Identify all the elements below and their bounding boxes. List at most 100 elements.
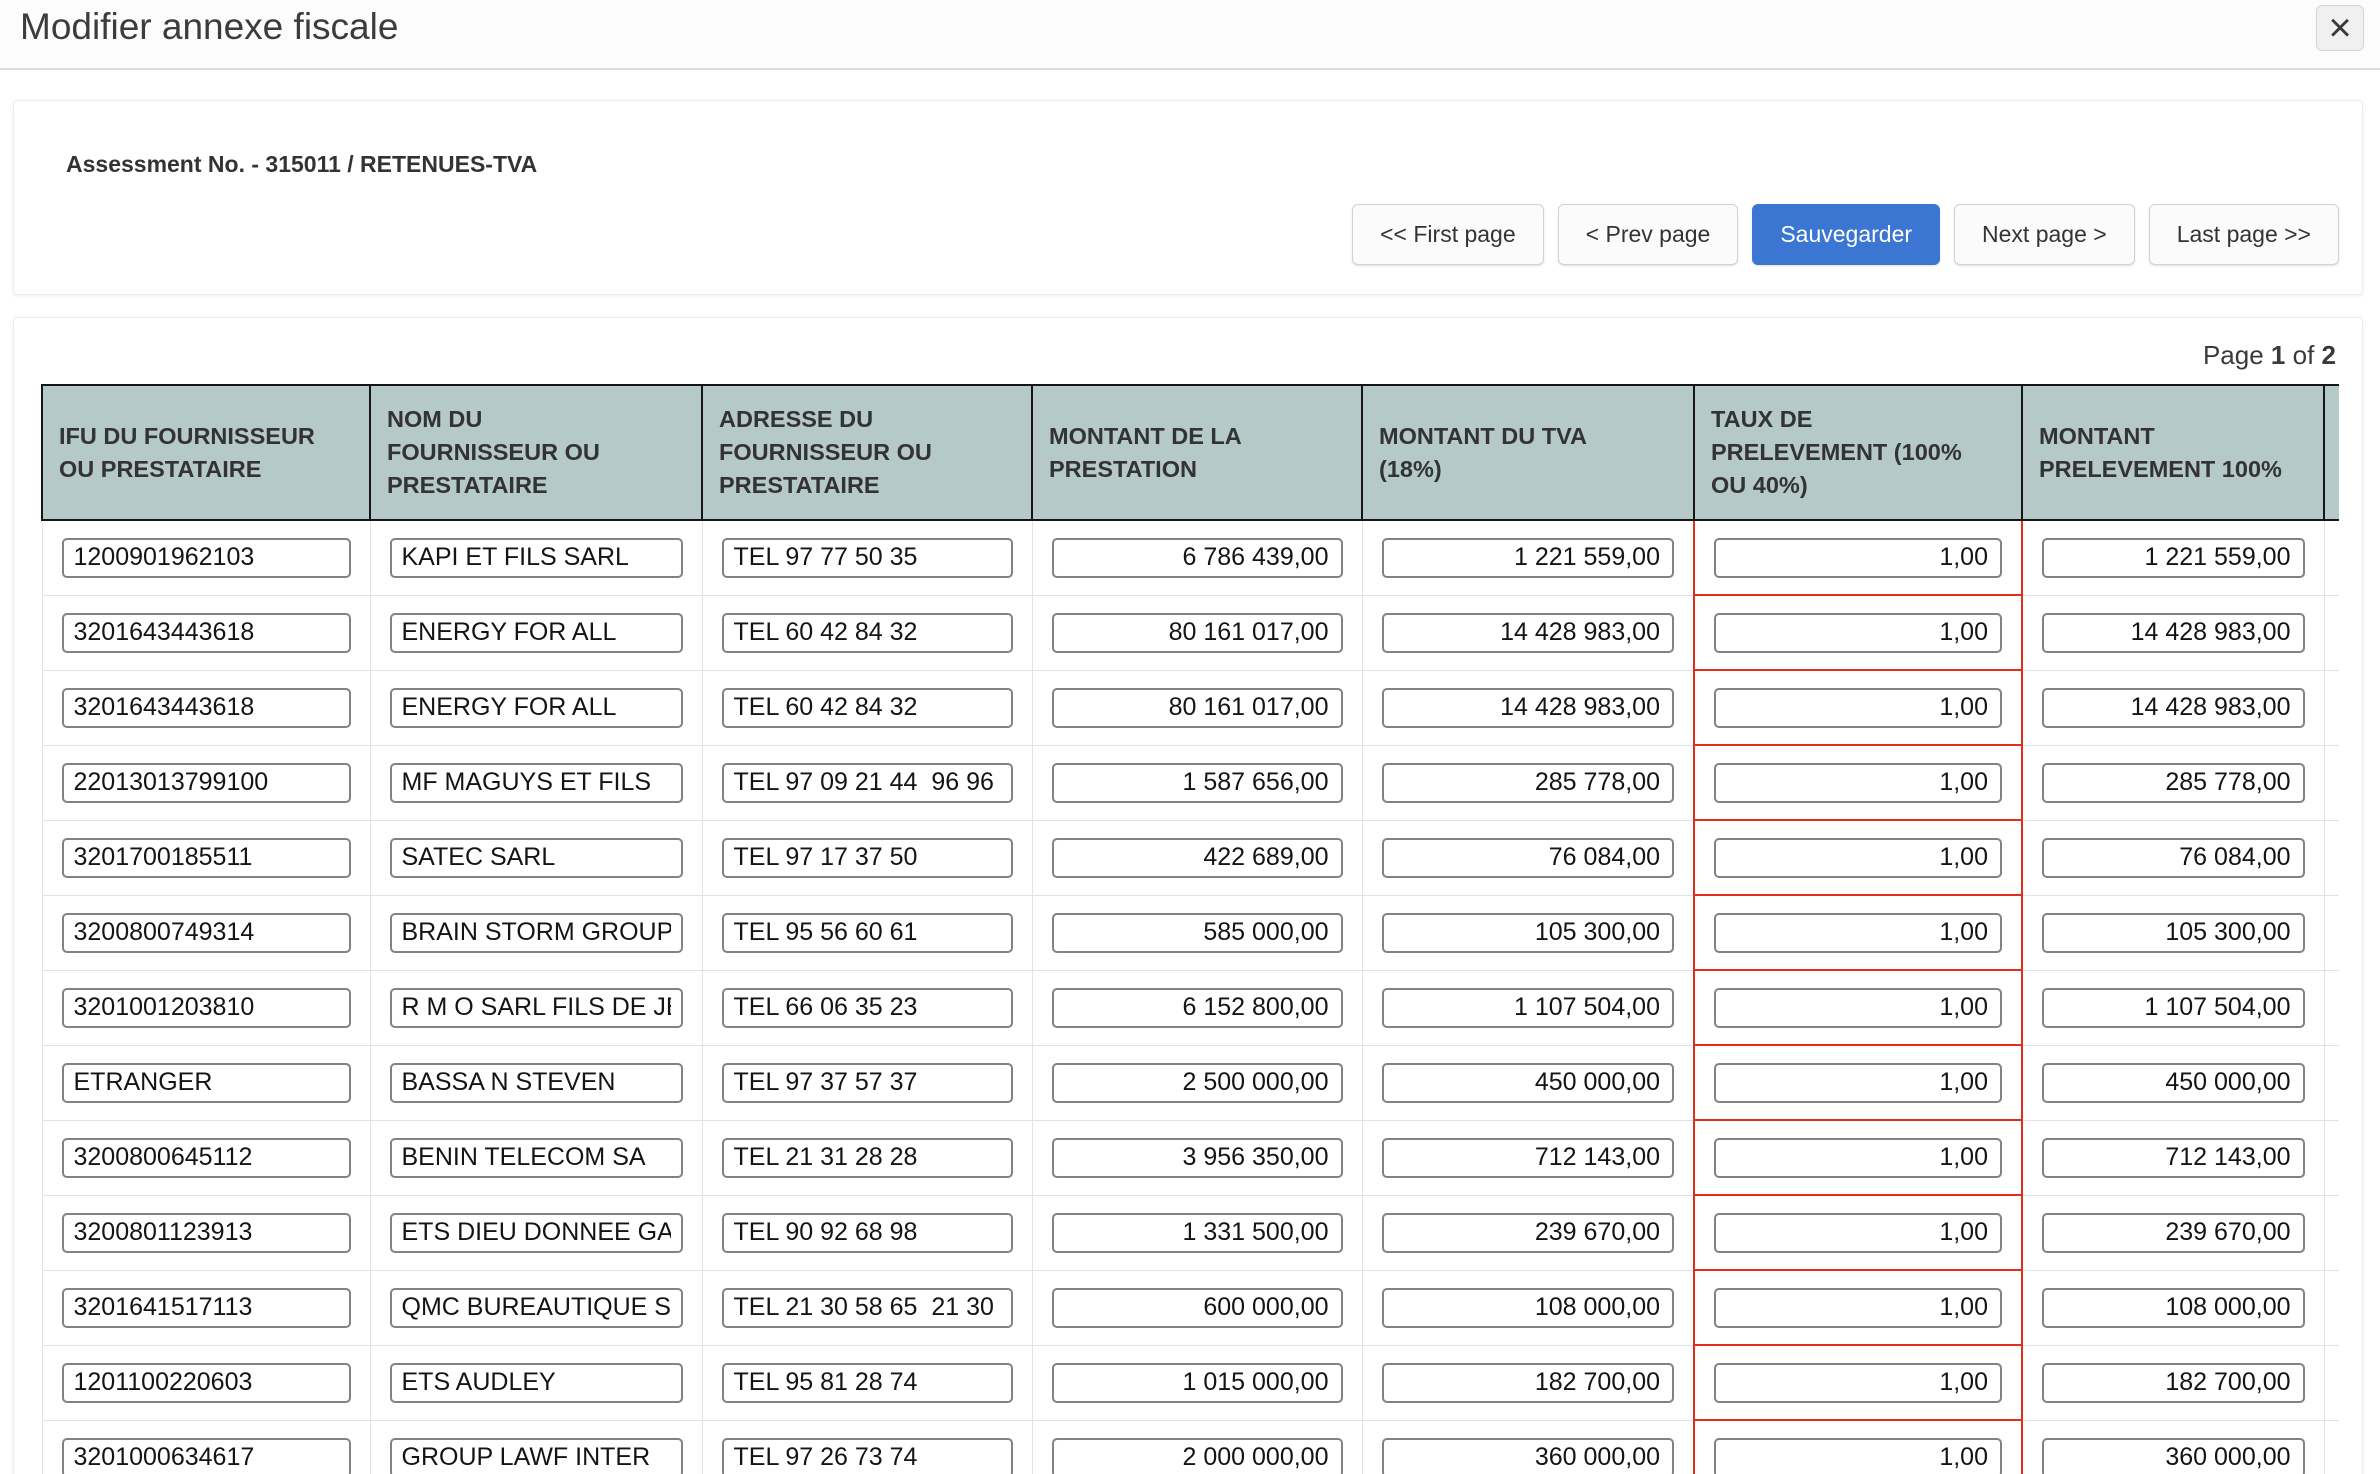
tva-input[interactable] — [1382, 538, 1675, 578]
prelevement-input[interactable] — [2042, 1138, 2305, 1178]
prelevement-input[interactable] — [2042, 1438, 2305, 1474]
tva-input[interactable] — [1382, 688, 1675, 728]
taux-input[interactable] — [1714, 763, 2002, 803]
ifu-input[interactable] — [62, 763, 351, 803]
prelevement-input[interactable] — [2042, 1288, 2305, 1328]
prelevement-input[interactable] — [2042, 688, 2305, 728]
prelevement-input[interactable] — [2042, 1213, 2305, 1253]
ifu-input[interactable] — [62, 1288, 351, 1328]
next-page-button[interactable]: Next page > — [1954, 204, 2135, 265]
taux-input[interactable] — [1714, 913, 2002, 953]
prelevement-input[interactable] — [2042, 763, 2305, 803]
prelevement-input[interactable] — [2042, 538, 2305, 578]
ifu-input[interactable] — [62, 1213, 351, 1253]
ifu-input[interactable] — [62, 988, 351, 1028]
taux-input[interactable] — [1714, 1063, 2002, 1103]
adresse-input[interactable] — [722, 838, 1013, 878]
ifu-input[interactable] — [62, 838, 351, 878]
taux-input[interactable] — [1714, 988, 2002, 1028]
prestation-input[interactable] — [1052, 763, 1343, 803]
tva-input[interactable] — [1382, 763, 1675, 803]
ifu-input[interactable] — [62, 1363, 351, 1403]
prestation-input[interactable] — [1052, 988, 1343, 1028]
prestation-input[interactable] — [1052, 1138, 1343, 1178]
tva-input[interactable] — [1382, 1213, 1675, 1253]
adresse-input[interactable] — [722, 1138, 1013, 1178]
adresse-input[interactable] — [722, 688, 1013, 728]
taux-input[interactable] — [1714, 538, 2002, 578]
taux-input[interactable] — [1714, 613, 2002, 653]
adresse-input[interactable] — [722, 1213, 1013, 1253]
prestation-input[interactable] — [1052, 1438, 1343, 1474]
nom-input[interactable] — [390, 913, 683, 953]
nom-input[interactable] — [390, 1288, 683, 1328]
tva-input[interactable] — [1382, 988, 1675, 1028]
prestation-input[interactable] — [1052, 913, 1343, 953]
ifu-input[interactable] — [62, 1138, 351, 1178]
adresse-input[interactable] — [722, 988, 1013, 1028]
ifu-input[interactable] — [62, 913, 351, 953]
cell-prestation — [1032, 895, 1362, 970]
ifu-input[interactable] — [62, 688, 351, 728]
prestation-input[interactable] — [1052, 538, 1343, 578]
adresse-input[interactable] — [722, 538, 1013, 578]
adresse-input[interactable] — [722, 1363, 1013, 1403]
tva-input[interactable] — [1382, 1288, 1675, 1328]
adresse-input[interactable] — [722, 1288, 1013, 1328]
nom-input[interactable] — [390, 1438, 683, 1474]
save-button[interactable]: Sauvegarder — [1752, 204, 1940, 265]
taux-input[interactable] — [1714, 1138, 2002, 1178]
taux-input[interactable] — [1714, 1438, 2002, 1474]
cell-extra — [2324, 970, 2339, 1045]
adresse-input[interactable] — [722, 913, 1013, 953]
nom-input[interactable] — [390, 1063, 683, 1103]
prestation-input[interactable] — [1052, 1213, 1343, 1253]
taux-input[interactable] — [1714, 1288, 2002, 1328]
nom-input[interactable] — [390, 1138, 683, 1178]
ifu-input[interactable] — [62, 1063, 351, 1103]
tva-input[interactable] — [1382, 1363, 1675, 1403]
ifu-input[interactable] — [62, 1438, 351, 1474]
ifu-input[interactable] — [62, 538, 351, 578]
close-button[interactable]: × — [2316, 5, 2364, 51]
tva-input[interactable] — [1382, 1438, 1675, 1474]
first-page-button[interactable]: << First page — [1352, 204, 1544, 265]
prestation-input[interactable] — [1052, 1363, 1343, 1403]
tva-input[interactable] — [1382, 613, 1675, 653]
prestation-input[interactable] — [1052, 838, 1343, 878]
tva-input[interactable] — [1382, 838, 1675, 878]
adresse-input[interactable] — [722, 613, 1013, 653]
prev-page-button[interactable]: < Prev page — [1558, 204, 1739, 265]
nom-input[interactable] — [390, 1213, 683, 1253]
prestation-input[interactable] — [1052, 688, 1343, 728]
taux-input[interactable] — [1714, 838, 2002, 878]
tva-input[interactable] — [1382, 913, 1675, 953]
last-page-button[interactable]: Last page >> — [2149, 204, 2339, 265]
taux-input[interactable] — [1714, 1363, 2002, 1403]
tva-input[interactable] — [1382, 1138, 1675, 1178]
adresse-input[interactable] — [722, 1063, 1013, 1103]
nom-input[interactable] — [390, 613, 683, 653]
prelevement-input[interactable] — [2042, 988, 2305, 1028]
nom-input[interactable] — [390, 838, 683, 878]
prelevement-input[interactable] — [2042, 838, 2305, 878]
taux-input[interactable] — [1714, 688, 2002, 728]
prestation-input[interactable] — [1052, 613, 1343, 653]
taux-input[interactable] — [1714, 1213, 2002, 1253]
adresse-input[interactable] — [722, 1438, 1013, 1474]
prelevement-input[interactable] — [2042, 613, 2305, 653]
nom-input[interactable] — [390, 763, 683, 803]
cell-nom — [370, 1270, 702, 1345]
prestation-input[interactable] — [1052, 1288, 1343, 1328]
nom-input[interactable] — [390, 1363, 683, 1403]
adresse-input[interactable] — [722, 763, 1013, 803]
ifu-input[interactable] — [62, 613, 351, 653]
tva-input[interactable] — [1382, 1063, 1675, 1103]
prelevement-input[interactable] — [2042, 913, 2305, 953]
nom-input[interactable] — [390, 988, 683, 1028]
nom-input[interactable] — [390, 538, 683, 578]
nom-input[interactable] — [390, 688, 683, 728]
prelevement-input[interactable] — [2042, 1363, 2305, 1403]
prelevement-input[interactable] — [2042, 1063, 2305, 1103]
prestation-input[interactable] — [1052, 1063, 1343, 1103]
